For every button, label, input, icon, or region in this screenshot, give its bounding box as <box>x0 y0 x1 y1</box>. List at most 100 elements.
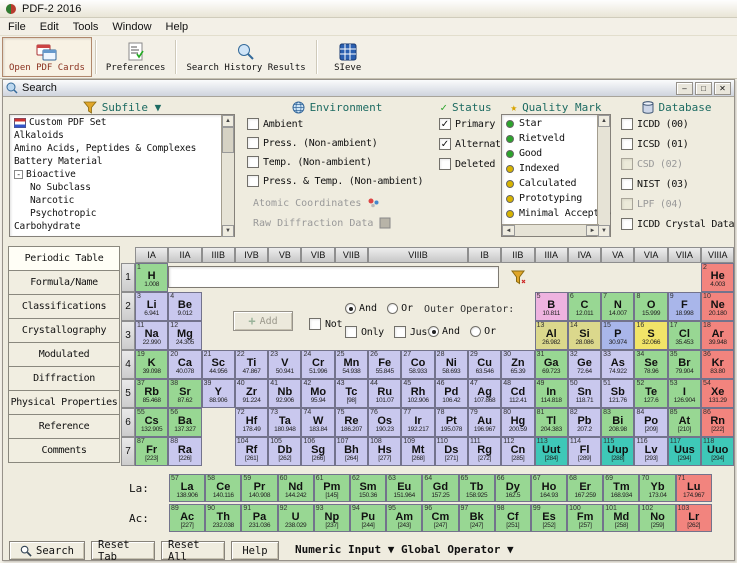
formula-filter-icon[interactable] <box>510 270 526 285</box>
element-gd[interactable]: 64 Gd 157.25 <box>422 474 459 502</box>
numeric-input-dropdown[interactable]: Numeric Input ▼ <box>295 543 394 556</box>
element-md[interactable]: 101 Md [258] <box>603 504 640 532</box>
element-sg[interactable]: 106 Sg [266] <box>301 437 335 466</box>
element-cn[interactable]: 112 Cn [285] <box>501 437 535 466</box>
element-cr[interactable]: 24 Cr 51.996 <box>301 350 335 379</box>
element-b[interactable]: 5 B 10.811 <box>534 292 568 321</box>
toolbar-button-open-pdf-cards[interactable]: Open PDF Cards <box>2 37 92 77</box>
element-c[interactable]: 6 C 12.011 <box>567 292 602 321</box>
quality-item-indexed[interactable]: Indexed <box>503 161 597 176</box>
app-title-bar[interactable]: PDF-2 2016 <box>0 0 737 18</box>
element-re[interactable]: 75 Re 186.207 <box>334 408 369 437</box>
element-cm[interactable]: 96 Cm [247] <box>422 504 459 532</box>
scroll-down-icon[interactable]: ▼ <box>598 225 610 237</box>
element-w[interactable]: 74 W 183.84 <box>301 408 335 437</box>
group-header-vib[interactable]: VIB <box>301 247 335 263</box>
element-ag[interactable]: 47 Ag 107.868 <box>467 379 502 408</box>
element-co[interactable]: 27 Co 58.933 <box>401 350 435 379</box>
element-lv[interactable]: 116 Lv [293] <box>634 437 668 466</box>
element-cs[interactable]: 55 Cs 132.905 <box>135 408 169 437</box>
element-zr[interactable]: 40 Zr 91.224 <box>234 379 269 408</box>
toolbar-button-search-history-results[interactable]: Search History Results <box>179 37 312 77</box>
menu-window[interactable]: Window <box>105 19 158 35</box>
element-cl[interactable]: 17 Cl 35.453 <box>667 321 702 350</box>
element-yb[interactable]: 70 Yb 173.04 <box>639 474 676 502</box>
element-au[interactable]: 79 Au 196.967 <box>467 408 502 437</box>
scroll-thumb[interactable] <box>222 127 234 153</box>
element-si[interactable]: 14 Si 28.086 <box>567 321 602 350</box>
element-te[interactable]: 52 Te 127.6 <box>634 379 668 408</box>
element-lu[interactable]: 71 Lu 174.967 <box>675 474 712 502</box>
element-mg[interactable]: 12 Mg 24.305 <box>168 321 202 350</box>
element-y[interactable]: 39 Y 88.906 <box>201 379 235 408</box>
group-header-ivb[interactable]: IVB <box>234 247 269 263</box>
element-pu[interactable]: 94 Pu [244] <box>349 504 387 532</box>
element-sc[interactable]: 21 Sc 44.956 <box>201 350 235 379</box>
element-cf[interactable]: 98 Cf [251] <box>494 504 531 532</box>
element-tb[interactable]: 65 Tb 158.925 <box>458 474 495 502</box>
scroll-left-icon[interactable]: ◄ <box>502 225 515 236</box>
group-header-iva[interactable]: IVA <box>567 247 602 263</box>
group-header-ia[interactable]: IA <box>135 247 169 263</box>
environment-press-temp-non-ambient-checkbox[interactable]: Press. & Temp. (Non-ambient) <box>247 175 423 187</box>
element-ra[interactable]: 88 Ra [226] <box>168 437 202 466</box>
status-deleted-checkbox[interactable]: Deleted <box>439 158 495 170</box>
element-rf[interactable]: 104 Rf [261] <box>234 437 269 466</box>
element-eu[interactable]: 63 Eu 151.964 <box>386 474 423 502</box>
subfile-item-custom-pdf-set[interactable]: Custom PDF Set <box>11 116 220 129</box>
add-button[interactable]: + Add <box>233 311 293 331</box>
group-header-iiia[interactable]: IIIA <box>534 247 568 263</box>
maximize-button[interactable]: □ <box>695 81 712 95</box>
subfile-item-alkaloids[interactable]: Alkaloids <box>11 129 220 142</box>
element-br[interactable]: 35 Br 79.904 <box>667 350 702 379</box>
toolbar-button-sieve[interactable]: SIeve <box>320 37 376 77</box>
database-icsd-01-checkbox[interactable]: ICSD (01) <box>621 138 689 150</box>
element-hg[interactable]: 80 Hg 200.59 <box>501 408 535 437</box>
search-window-title-bar[interactable]: Search – □ ✕ <box>3 80 734 97</box>
element-rg[interactable]: 111 Rg [272] <box>467 437 502 466</box>
element-be[interactable]: 4 Be 9.012 <box>168 292 202 321</box>
element-uut[interactable]: 113 Uut [284] <box>534 437 568 466</box>
element-pb[interactable]: 82 Pb 207.2 <box>567 408 602 437</box>
subfile-list[interactable]: Custom PDF Set Alkaloids Amino Acids, Pept… <box>9 114 235 237</box>
element-ru[interactable]: 44 Ru 101.07 <box>368 379 402 408</box>
element-pm[interactable]: 61 Pm [145] <box>313 474 350 502</box>
element-k[interactable]: 19 K 39.098 <box>135 350 169 379</box>
element-mn[interactable]: 25 Mn 54.938 <box>334 350 369 379</box>
scroll-down-icon[interactable]: ▼ <box>222 225 234 237</box>
element-fm[interactable]: 100 Fm [257] <box>567 504 604 532</box>
element-n[interactable]: 7 N 14.007 <box>601 292 635 321</box>
element-bi[interactable]: 83 Bi 208.98 <box>601 408 635 437</box>
environment-press-non-ambient-checkbox[interactable]: Press. (Non-ambient) <box>247 137 378 149</box>
only-checkbox[interactable]: Only <box>345 326 384 338</box>
scroll-up-icon[interactable]: ▲ <box>598 115 610 127</box>
tab-modulated[interactable]: Modulated <box>8 342 120 367</box>
element-hs[interactable]: 108 Hs [277] <box>368 437 402 466</box>
subfile-item-no-subclass[interactable]: No Subclass <box>11 181 220 194</box>
element-ho[interactable]: 67 Ho 164.93 <box>530 474 568 502</box>
quality-item-star[interactable]: Star <box>503 116 597 131</box>
quality-item-good[interactable]: Good <box>503 146 597 161</box>
element-al[interactable]: 13 Al 26.982 <box>534 321 568 350</box>
status-alternate-checkbox[interactable]: ✓ Alternate <box>439 138 507 150</box>
formula-input[interactable] <box>168 266 500 288</box>
quality-item-minimal-acceptab[interactable]: Minimal Acceptab <box>503 206 611 221</box>
menu-help[interactable]: Help <box>159 19 196 35</box>
element-uup[interactable]: 115 Uup [288] <box>601 437 635 466</box>
element-f[interactable]: 9 F 18.998 <box>667 292 702 321</box>
element-zn[interactable]: 30 Zn 65.39 <box>501 350 535 379</box>
tab-periodic-table[interactable]: Periodic Table <box>8 246 120 271</box>
and-radio[interactable]: And <box>345 303 377 314</box>
element-os[interactable]: 76 Os 190.23 <box>368 408 402 437</box>
element-se[interactable]: 34 Se 78.96 <box>634 350 668 379</box>
element-ni[interactable]: 28 Ni 58.693 <box>434 350 468 379</box>
element-pd[interactable]: 46 Pd 106.42 <box>434 379 468 408</box>
scroll-track[interactable] <box>222 153 234 225</box>
element-ds[interactable]: 110 Ds [271] <box>434 437 468 466</box>
element-p[interactable]: 15 P 30.974 <box>601 321 635 350</box>
subfile-scrollbar[interactable]: ▲ ▼ <box>221 115 234 237</box>
element-dy[interactable]: 66 Dy 162.5 <box>494 474 531 502</box>
element-ac[interactable]: 89 Ac [227] <box>169 504 206 532</box>
element-he[interactable]: 2 He 4.003 <box>701 263 735 292</box>
group-header-viia[interactable]: VIIA <box>667 247 702 263</box>
